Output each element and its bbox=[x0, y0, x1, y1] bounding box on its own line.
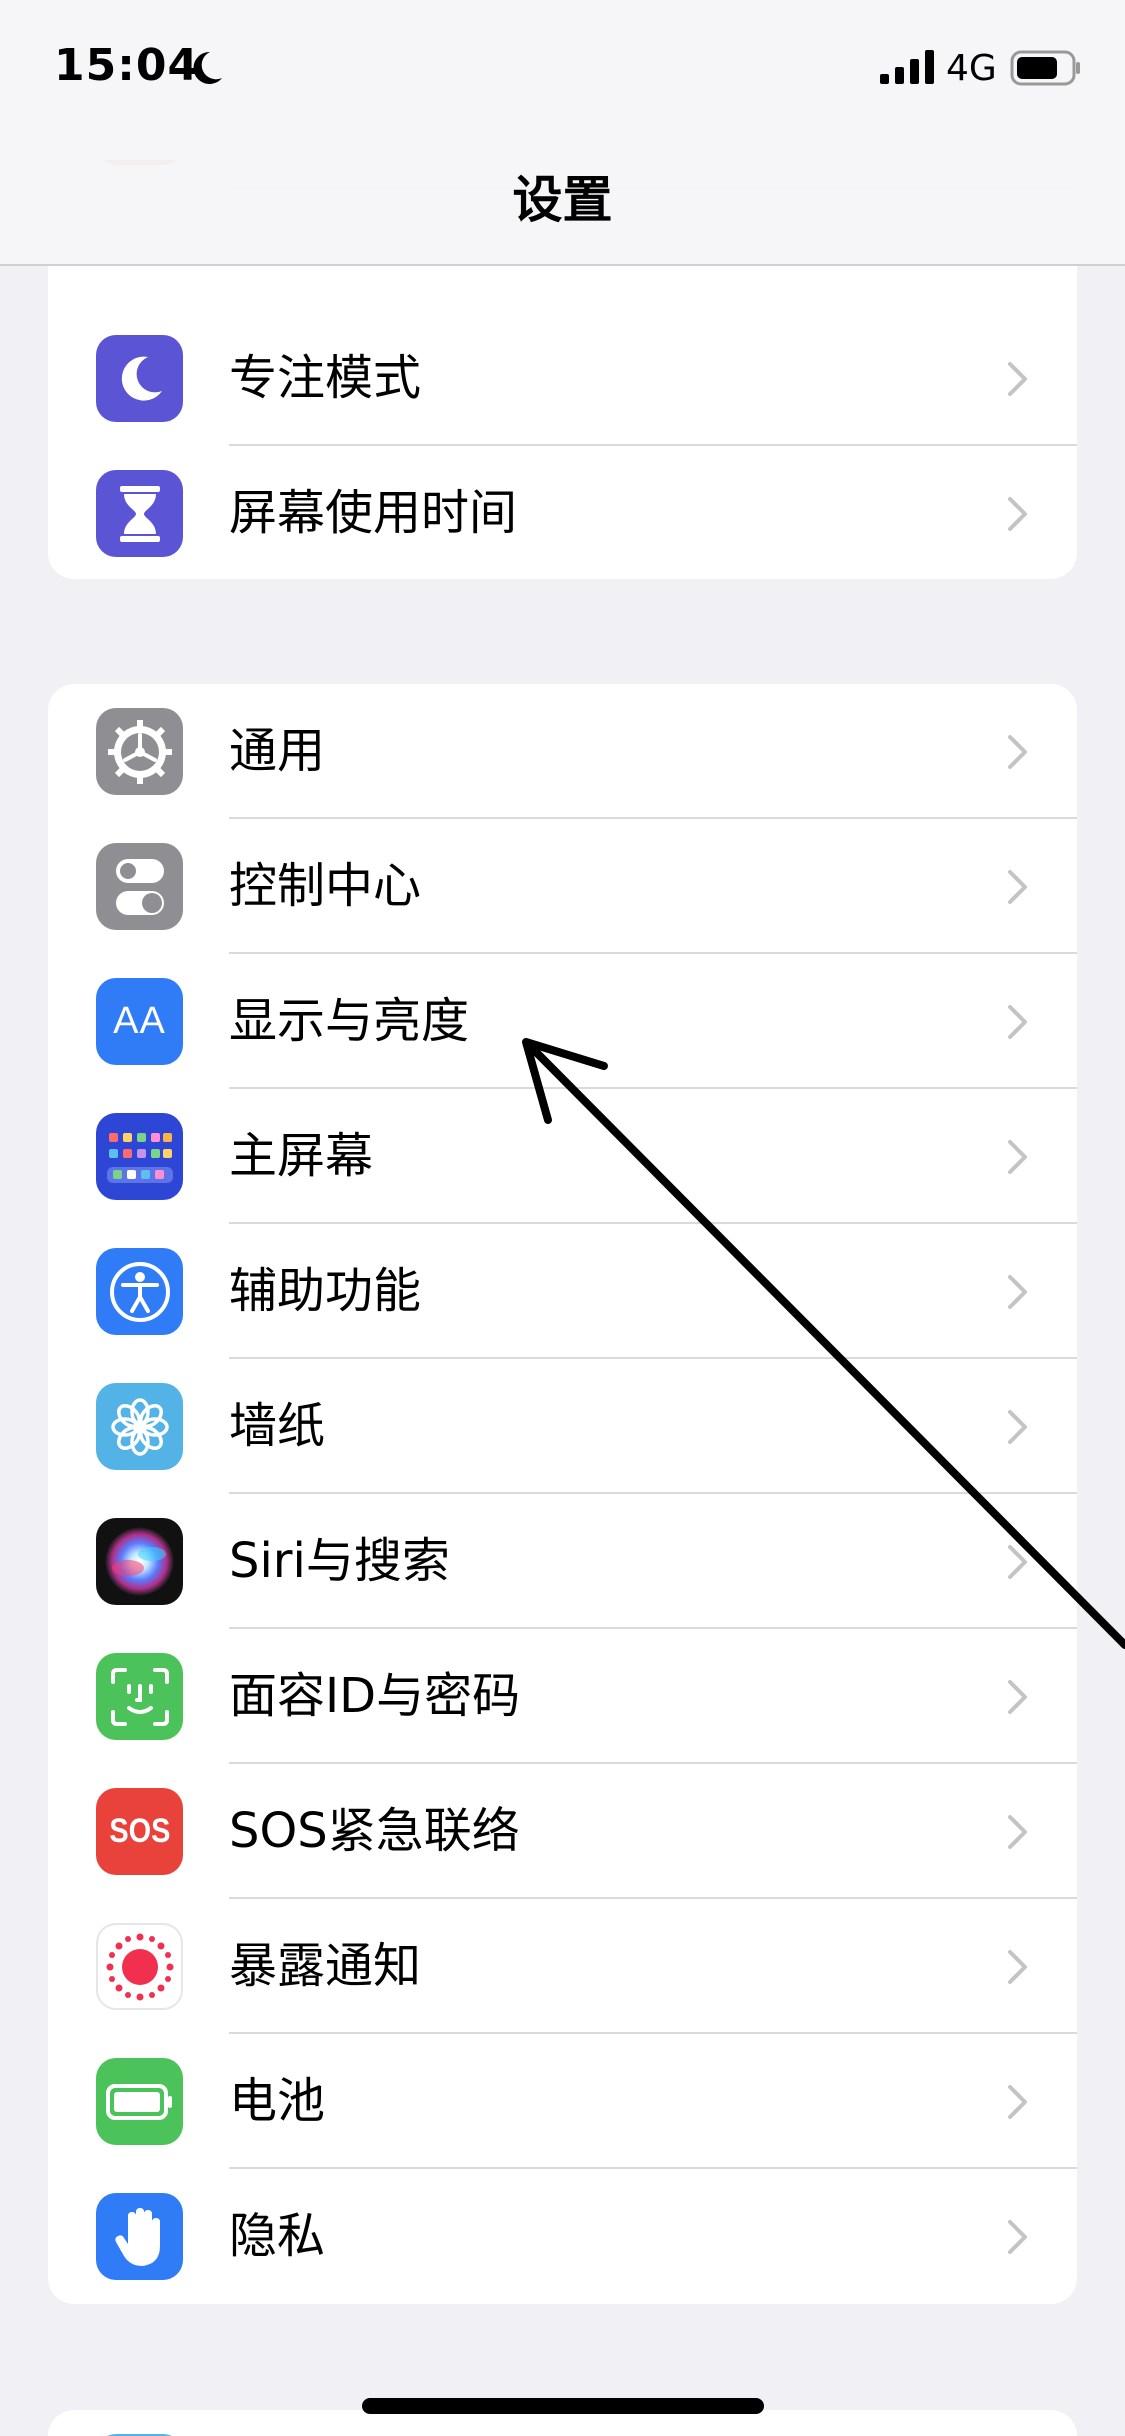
focus-moon-icon bbox=[193, 51, 222, 84]
chevron-right-icon bbox=[1008, 1275, 1027, 1309]
settings-row-label: Siri与搜索 bbox=[229, 1533, 450, 1589]
settings-row-label: 屏幕使用时间 bbox=[229, 485, 518, 541]
chevron-right-icon bbox=[1008, 1950, 1027, 1984]
settings-row-home-screen[interactable]: 主屏幕 bbox=[48, 1089, 1077, 1224]
chevron-right-icon bbox=[1008, 1680, 1027, 1714]
page-title: 设置 bbox=[512, 171, 613, 229]
settings-list[interactable]: 专注模式 屏幕使用时间 通用 控制中心 AA 显示与亮度 主屏幕 辅助功能 墙纸… bbox=[0, 0, 1125, 2436]
chevron-right-icon bbox=[1008, 1410, 1027, 1444]
settings-row-screen-time[interactable]: 屏幕使用时间 bbox=[48, 446, 1077, 579]
chevron-right-icon bbox=[1008, 870, 1027, 904]
status-time: 15:04 bbox=[54, 40, 200, 91]
settings-row-label: SOS紧急联络 bbox=[229, 1803, 520, 1859]
chevron-right-icon bbox=[1008, 497, 1027, 531]
toggles-icon bbox=[96, 843, 183, 930]
settings-row-label: 墙纸 bbox=[229, 1398, 326, 1454]
chevron-right-icon bbox=[1008, 1815, 1027, 1849]
settings-row-accessibility[interactable]: 辅助功能 bbox=[48, 1224, 1077, 1359]
settings-row-control-center[interactable]: 控制中心 bbox=[48, 819, 1077, 954]
text-size-icon: AA bbox=[96, 978, 183, 1065]
status-battery-icon bbox=[1010, 50, 1080, 86]
network-type: 4G bbox=[946, 48, 997, 89]
hourglass-icon bbox=[96, 470, 183, 557]
text-size-icon-glyph: AA bbox=[113, 1000, 166, 1042]
settings-row-label: 电池 bbox=[229, 2073, 326, 2129]
chevron-right-icon bbox=[1008, 2220, 1027, 2254]
settings-row-privacy[interactable]: 隐私 bbox=[48, 2169, 1077, 2304]
moon-icon bbox=[96, 335, 183, 422]
chevron-right-icon bbox=[1008, 362, 1027, 396]
flower-icon bbox=[96, 1383, 183, 1470]
settings-row-label: 专注模式 bbox=[229, 350, 422, 406]
home-indicator[interactable] bbox=[362, 2398, 764, 2414]
home-grid-icon bbox=[96, 1113, 183, 1200]
sos-icon: SOS bbox=[96, 1788, 183, 1875]
settings-row-label: 显示与亮度 bbox=[229, 993, 470, 1049]
settings-row-label: 主屏幕 bbox=[229, 1128, 374, 1184]
chevron-right-icon bbox=[1008, 1005, 1027, 1039]
accessibility-icon bbox=[96, 1248, 183, 1335]
navigation-bar: 15:04 4G 设置 bbox=[0, 0, 1125, 266]
chevron-right-icon bbox=[1008, 1140, 1027, 1174]
settings-row-exposure-notifications[interactable]: 暴露通知 bbox=[48, 1899, 1077, 2034]
settings-group-2: 通用 控制中心 AA 显示与亮度 主屏幕 辅助功能 墙纸 Siri与搜索 面容I… bbox=[48, 684, 1077, 2304]
hand-icon bbox=[96, 2193, 183, 2280]
gear-icon bbox=[96, 708, 183, 795]
settings-row-label: 控制中心 bbox=[229, 858, 422, 914]
settings-row-wallpaper[interactable]: 墙纸 bbox=[48, 1359, 1077, 1494]
settings-row-siri-search[interactable]: Siri与搜索 bbox=[48, 1494, 1077, 1629]
settings-row-general[interactable]: 通用 bbox=[48, 684, 1077, 819]
battery-icon bbox=[96, 2058, 183, 2145]
settings-row-label: 隐私 bbox=[229, 2208, 326, 2264]
chevron-right-icon bbox=[1008, 735, 1027, 769]
settings-row-label: 辅助功能 bbox=[229, 1263, 422, 1319]
signal-icon bbox=[880, 50, 934, 84]
settings-row-emergency-sos[interactable]: SOS SOS紧急联络 bbox=[48, 1764, 1077, 1899]
siri-icon bbox=[96, 1518, 183, 1605]
chevron-right-icon bbox=[1008, 2085, 1027, 2119]
settings-row-display-brightness[interactable]: AA 显示与亮度 bbox=[48, 954, 1077, 1089]
sos-icon-glyph: SOS bbox=[108, 1812, 171, 1850]
face-id-icon bbox=[96, 1653, 183, 1740]
settings-row-label: 面容ID与密码 bbox=[229, 1668, 521, 1724]
settings-row-label: 通用 bbox=[229, 723, 326, 779]
chevron-right-icon bbox=[1008, 1545, 1027, 1579]
settings-row-face-id-passcode[interactable]: 面容ID与密码 bbox=[48, 1629, 1077, 1764]
settings-row-focus[interactable]: 专注模式 bbox=[48, 311, 1077, 446]
settings-row-battery[interactable]: 电池 bbox=[48, 2034, 1077, 2169]
exposure-icon bbox=[96, 1923, 183, 2010]
settings-row-label: 暴露通知 bbox=[229, 1938, 422, 1994]
